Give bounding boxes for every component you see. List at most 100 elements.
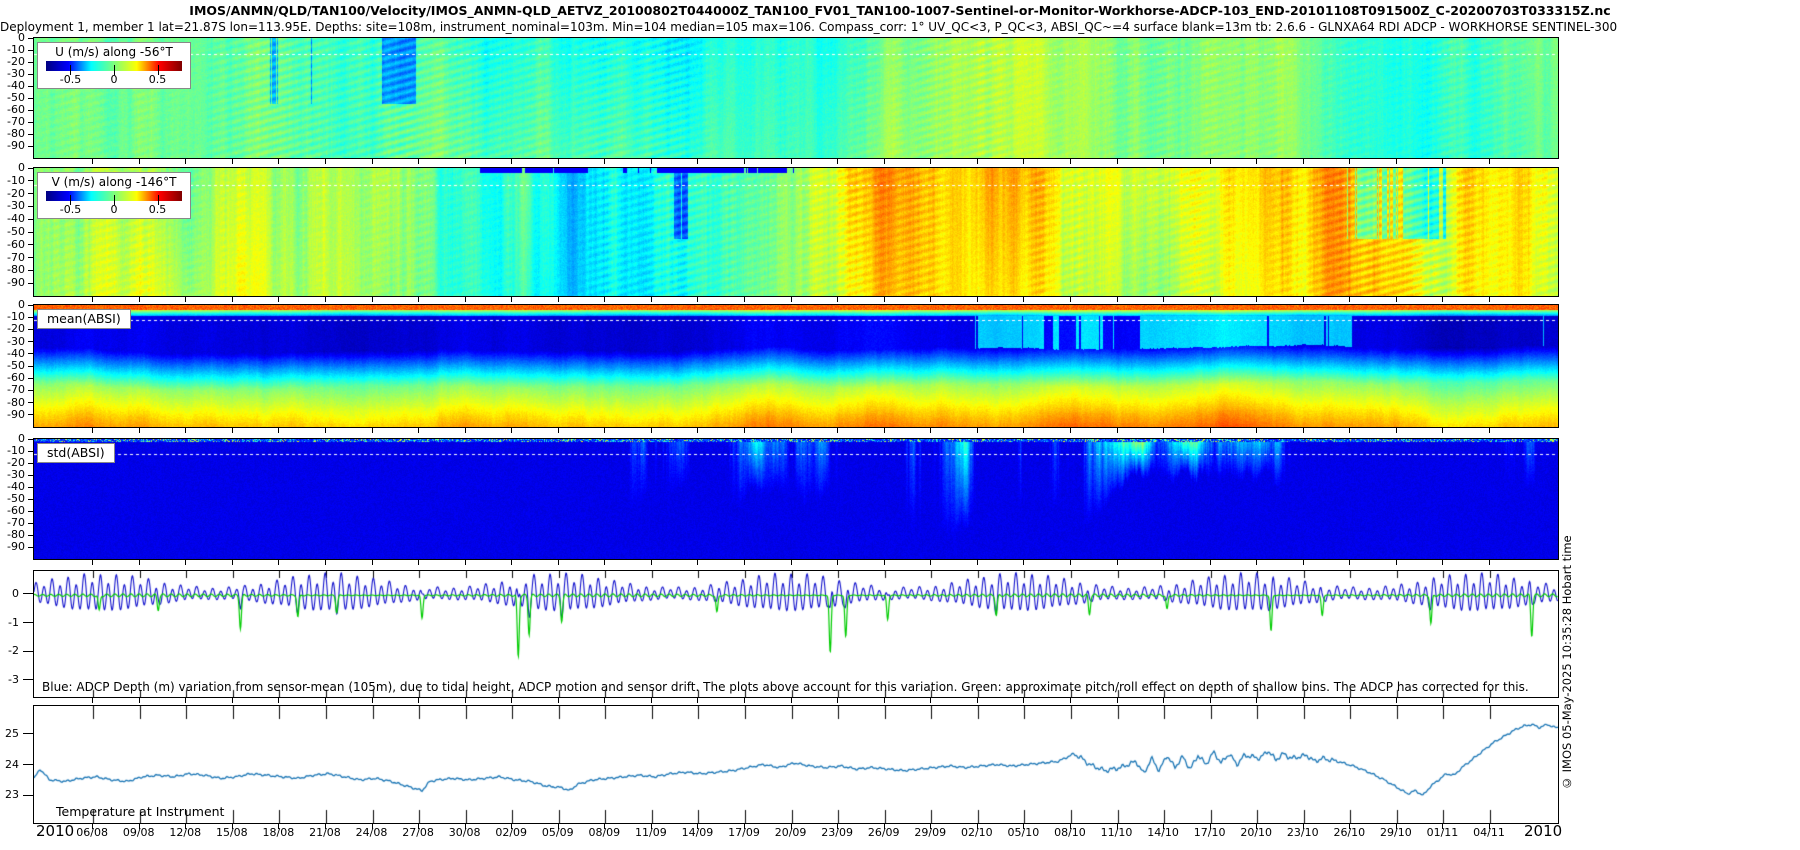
x-tick <box>372 428 373 433</box>
x-tick <box>418 428 419 433</box>
y-tick-label: 0 <box>18 300 25 310</box>
x-tick <box>697 159 698 164</box>
y-tick <box>28 232 34 233</box>
x-tick-label: 14/10 <box>1147 826 1179 839</box>
x-tick <box>977 560 978 565</box>
y-tick <box>28 353 34 354</box>
colorbar-u-ticklabels: -0.5 0 0.5 <box>46 72 182 85</box>
temperature-label: Temperature at Instrument <box>56 804 224 819</box>
x-tick-label: 11/10 <box>1101 826 1133 839</box>
x-tick <box>1489 698 1490 703</box>
x-tick <box>1023 297 1024 302</box>
y-tick <box>28 499 34 500</box>
y-tick-label: -20 <box>7 189 25 199</box>
y-tick-label: -20 <box>7 458 25 468</box>
x-tick <box>651 159 652 164</box>
x-tick-label: 08/09 <box>588 826 620 839</box>
x-tick <box>418 159 419 164</box>
x-tick <box>1489 428 1490 433</box>
x-tick <box>418 297 419 302</box>
x-tick <box>139 428 140 433</box>
x-tick <box>185 297 186 302</box>
x-tick <box>604 159 605 164</box>
x-tick <box>837 428 838 433</box>
depth-variation-annotation: Blue: ADCP Depth (m) variation from sens… <box>42 680 1529 694</box>
y-tick <box>28 193 34 194</box>
panel-std-absi-heatmap: std(ABSI) 0-10-20-30-40-50-60-70-80-90 <box>33 438 1559 560</box>
panel-mean-absi-heatmap: mean(ABSI) 0-10-20-30-40-50-60-70-80-90 <box>33 304 1559 428</box>
x-tick <box>1349 159 1350 164</box>
x-tick <box>232 698 233 703</box>
x-tick <box>1303 297 1304 302</box>
y-tick-label: -80 <box>7 129 25 139</box>
x-tick <box>1210 560 1211 565</box>
x-tick <box>1163 698 1164 703</box>
x-tick <box>372 297 373 302</box>
x-tick <box>1349 560 1350 565</box>
y-tick-label: -20 <box>7 324 25 334</box>
y-tick <box>28 378 34 379</box>
x-tick-label: 24/08 <box>356 826 388 839</box>
x-tick-label: 20/10 <box>1240 826 1272 839</box>
x-tick <box>372 560 373 565</box>
x-tick <box>372 159 373 164</box>
y-tick-label: -70 <box>7 117 25 127</box>
x-tick <box>1070 428 1071 433</box>
x-tick <box>977 159 978 164</box>
y-tick-label: -60 <box>7 373 25 383</box>
y-tick-label: -10 <box>7 446 25 456</box>
colorbar-u-tick-label: 0.5 <box>149 73 167 86</box>
y-tick-label: -30 <box>7 337 25 347</box>
x-tick <box>185 428 186 433</box>
y-tick <box>23 733 34 734</box>
y-tick-label: -10 <box>7 176 25 186</box>
x-tick <box>604 297 605 302</box>
x-tick <box>1349 698 1350 703</box>
legend-v-title: V (m/s) along -146°T <box>43 175 185 189</box>
y-tick-label: -80 <box>7 398 25 408</box>
x-tick <box>1396 560 1397 565</box>
y-tick-label: -3 <box>8 675 19 685</box>
x-tick <box>1210 698 1211 703</box>
x-tick <box>1396 297 1397 302</box>
y-tick-label: -50 <box>7 494 25 504</box>
y-tick-label: 23 <box>5 790 19 800</box>
y-tick <box>28 62 34 63</box>
x-tick-label: 06/08 <box>76 826 108 839</box>
y-tick-label: -80 <box>7 265 25 275</box>
x-tick <box>977 428 978 433</box>
legend-u-title: U (m/s) along -56°T <box>43 45 185 59</box>
x-tick <box>465 297 466 302</box>
x-tick <box>418 698 419 703</box>
x-tick <box>465 698 466 703</box>
x-tick <box>1303 698 1304 703</box>
y-tick <box>28 134 34 135</box>
y-tick <box>28 257 34 258</box>
x-tick-label: 02/09 <box>495 826 527 839</box>
x-tick <box>930 297 931 302</box>
x-tick <box>1489 159 1490 164</box>
x-tick <box>1210 428 1211 433</box>
x-tick <box>651 428 652 433</box>
x-tick <box>232 428 233 433</box>
y-tick-label: 0 <box>12 589 19 599</box>
temperature-canvas <box>34 706 1558 823</box>
std-absi-heatmap-canvas <box>34 439 1558 559</box>
x-tick-label: 17/09 <box>728 826 760 839</box>
y-tick-label: 25 <box>5 729 19 739</box>
x-tick-label: 29/10 <box>1380 826 1412 839</box>
y-tick-label: -2 <box>8 646 19 656</box>
x-tick <box>1442 159 1443 164</box>
x-tick <box>930 698 931 703</box>
x-tick-label: 29/09 <box>914 826 946 839</box>
y-tick <box>28 74 34 75</box>
x-tick <box>232 297 233 302</box>
x-tick <box>185 560 186 565</box>
y-tick <box>28 402 34 403</box>
colorbar-u <box>46 61 182 71</box>
x-tick <box>1117 560 1118 565</box>
x-tick <box>1163 428 1164 433</box>
y-tick-label: -40 <box>7 214 25 224</box>
x-tick-label: 04/11 <box>1473 826 1505 839</box>
x-tick <box>139 698 140 703</box>
